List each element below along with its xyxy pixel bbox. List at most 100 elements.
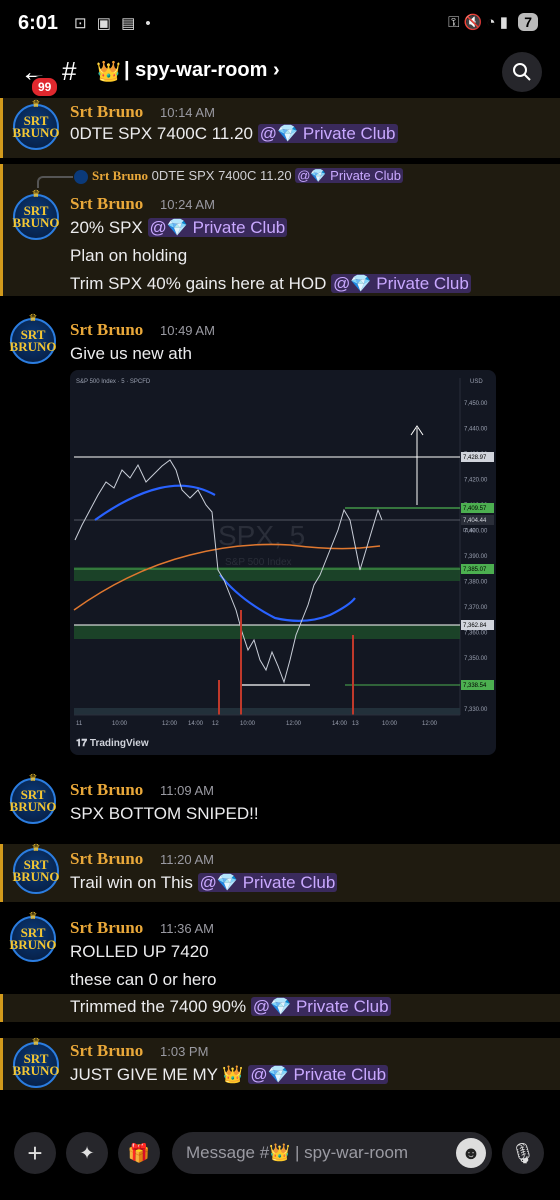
crown-icon: ♛ — [31, 189, 41, 200]
volume-bars — [74, 708, 460, 715]
avatar[interactable]: ♛ SRT BRUNO — [9, 773, 57, 824]
price-tick-label: 7,350.00 — [464, 656, 488, 662]
role-mention[interactable]: @💎 Private Club — [331, 274, 471, 293]
tradingview-logo: 𝟏𝟕 TradingView — [76, 738, 149, 749]
username[interactable]: Srt Bruno — [70, 102, 143, 122]
channel-header: ← 99 # 👑 | spy-war-room › — [0, 46, 560, 98]
avatar[interactable]: ♛ SRT BRUNO — [10, 911, 56, 962]
message-line-highlighted[interactable]: Trimmed the 7400 90% @💎 Private Club — [0, 994, 560, 1022]
role-mention[interactable]: @💎 Private Club — [295, 168, 403, 183]
time-axis: 11 10:00 12:00 14:00 12 10:00 12:00 14:00 13 10:0… — [76, 721, 438, 727]
message-text: these can 0 or hero — [70, 970, 217, 989]
message-composer: + ✦ 🎁 Message #👑 | spy-war-room ☻ 🎙 — [0, 1120, 560, 1200]
message-text: 20% SPX @💎 Private Club — [70, 218, 288, 238]
message[interactable]: ♛ SRT BRUNO Srt Bruno 11:20 AM Trail win o… — [0, 843, 560, 902]
message-line: Trimmed the 7400 90% — [70, 997, 247, 1016]
channel-name[interactable]: | spy-war-room › — [124, 59, 280, 82]
smiley-icon: ☻ — [461, 1142, 481, 1163]
time-tick-label: 10:00 — [382, 721, 398, 727]
support-zone — [74, 625, 460, 639]
role-mention[interactable]: @💎 Private Club — [197, 873, 338, 892]
message-line: JUST GIVE ME MY 👑 — [70, 1065, 244, 1084]
avatar[interactable]: ♛ SRT BRUNO — [12, 843, 60, 894]
username[interactable]: Srt Bruno — [70, 320, 143, 340]
system-icons: ⚿ 🔇 ◔ ▮ 7 — [448, 13, 538, 31]
chart-image-attachment[interactable]: S&P 500 Index · 5 · SPCFD USD SPX, 5 S&P… — [70, 370, 496, 755]
time-tick-label: 13 — [352, 721, 359, 727]
search-button[interactable] — [502, 52, 542, 92]
price-axis: 7,450.007,440.007,430.007,420.007,410.00… — [464, 401, 488, 713]
role-mention[interactable]: @💎 Private Club — [250, 997, 391, 1016]
avatar-text: BRUNO — [12, 869, 60, 884]
time-tick-label: 10:00 — [240, 721, 256, 727]
plus-icon: + — [27, 1137, 43, 1168]
avatar[interactable]: ♛ SRT BRUNO — [13, 1037, 59, 1088]
message[interactable]: ♛ SRT BRUNO Srt Bruno 11:09 AM SPX BOTTOM … — [0, 773, 560, 832]
volume-spike — [218, 680, 220, 715]
clock: 6:01 — [18, 12, 59, 34]
voice-message-button[interactable]: 🎙 — [502, 1132, 544, 1174]
reply-preview[interactable]: Srt Bruno 0DTE SPX 7400C 11.20 @💎 Privat… — [74, 168, 403, 184]
add-attachment-button[interactable]: + — [14, 1132, 56, 1174]
price-tick-label: 7,330.00 — [464, 707, 488, 713]
chart-watermark-sub: S&P 500 Index — [225, 557, 292, 568]
message[interactable]: ♛ SRT BRUNO Srt Bruno 11:36 AM ROLLED UP 7… — [0, 911, 560, 994]
role-mention[interactable]: @💎 Private Club — [147, 218, 288, 237]
chart-header-text: S&P 500 Index · 5 · SPCFD — [76, 379, 151, 385]
message[interactable]: Srt Bruno 0DTE SPX 7400C 11.20 @💎 Privat… — [0, 164, 560, 296]
avatar[interactable]: ♛ SRT BRUNO — [12, 189, 60, 240]
avatar-text: BRUNO — [9, 799, 57, 814]
username[interactable]: Srt Bruno — [70, 194, 143, 214]
time-tick-label: 14:00 — [332, 721, 348, 727]
channel-name-text: | spy-war-room — [124, 59, 268, 81]
apps-button[interactable]: ✦ — [66, 1132, 108, 1174]
role-mention[interactable]: @💎 Private Club — [248, 1065, 389, 1084]
crown-icon: ♛ — [28, 911, 38, 922]
message-text: Trim SPX 40% gains here at HOD @💎 Privat… — [70, 274, 471, 294]
logo-text: TradingView — [90, 738, 149, 749]
reply-text: 0DTE SPX 7400C 11.20 — [151, 168, 292, 183]
avatar[interactable]: ♛ SRT BRUNO — [10, 313, 56, 364]
price-tick-label: 7,450.00 — [464, 401, 488, 407]
volume-spike — [240, 610, 242, 715]
message[interactable]: ♛ SRT BRUNO Srt Bruno 1:03 PM JUST GIVE ME… — [0, 1037, 560, 1090]
message-text: Trail win on This @💎 Private Club — [70, 873, 338, 893]
username[interactable]: Srt Bruno — [70, 780, 143, 800]
message-line: 20% SPX — [70, 218, 143, 237]
price-tag-label: 7,404.44 — [463, 518, 487, 524]
time-tick-label: 12:00 — [162, 721, 178, 727]
apps-icon: ✦ — [79, 1142, 95, 1163]
avatar-text: BRUNO — [12, 215, 60, 230]
username[interactable]: Srt Bruno — [70, 1041, 143, 1061]
emoji-button[interactable]: ☻ — [456, 1138, 486, 1168]
chevron-right-icon: › — [272, 59, 280, 81]
price-tick-label: 7,440.00 — [464, 427, 488, 433]
timestamp: 11:36 AM — [160, 921, 214, 936]
message-placeholder: Message #👑 | spy-war-room — [186, 1143, 409, 1162]
username[interactable]: Srt Bruno — [70, 918, 143, 938]
message-text: ROLLED UP 7420 — [70, 942, 209, 961]
message[interactable]: ♛ SRT BRUNO Srt Bruno 10:14 AM 0DTE SPX 74… — [0, 98, 560, 158]
price-tick-label: 7,380.00 — [464, 580, 488, 586]
price-tick-label: 7,370.00 — [464, 605, 488, 611]
role-mention[interactable]: @💎 Private Club — [257, 124, 398, 143]
countdown-label: 01:42 — [463, 528, 476, 534]
price-tick-label: 7,390.00 — [464, 554, 488, 560]
crown-icon: ♛ — [31, 843, 41, 854]
timestamp: 1:03 PM — [160, 1044, 209, 1059]
price-tag-label: 7,428.97 — [463, 455, 487, 461]
time-tick-label: 12:00 — [286, 721, 302, 727]
avatar[interactable]: ♛ SRT BRUNO — [12, 99, 60, 150]
crown-icon: ♛ — [28, 773, 38, 784]
channel-hash-icon: # — [62, 56, 77, 86]
time-tick-label: 12:00 — [422, 721, 438, 727]
chart-svg: S&P 500 Index · 5 · SPCFD USD SPX, 5 S&P… — [73, 378, 494, 749]
username[interactable]: Srt Bruno — [70, 849, 143, 869]
fast-ma-line — [94, 484, 356, 622]
message-input[interactable]: Message #👑 | spy-war-room ☻ — [172, 1132, 492, 1174]
price-tag-label: 7,409.57 — [463, 506, 487, 512]
avatar-text: BRUNO — [12, 125, 60, 140]
gift-button[interactable]: 🎁 — [118, 1132, 160, 1174]
price-tags: 7,428.97 7,409.57 7,404.44 7,385.07 7,362.84… — [461, 452, 494, 690]
crown-icon: ♛ — [28, 313, 38, 324]
